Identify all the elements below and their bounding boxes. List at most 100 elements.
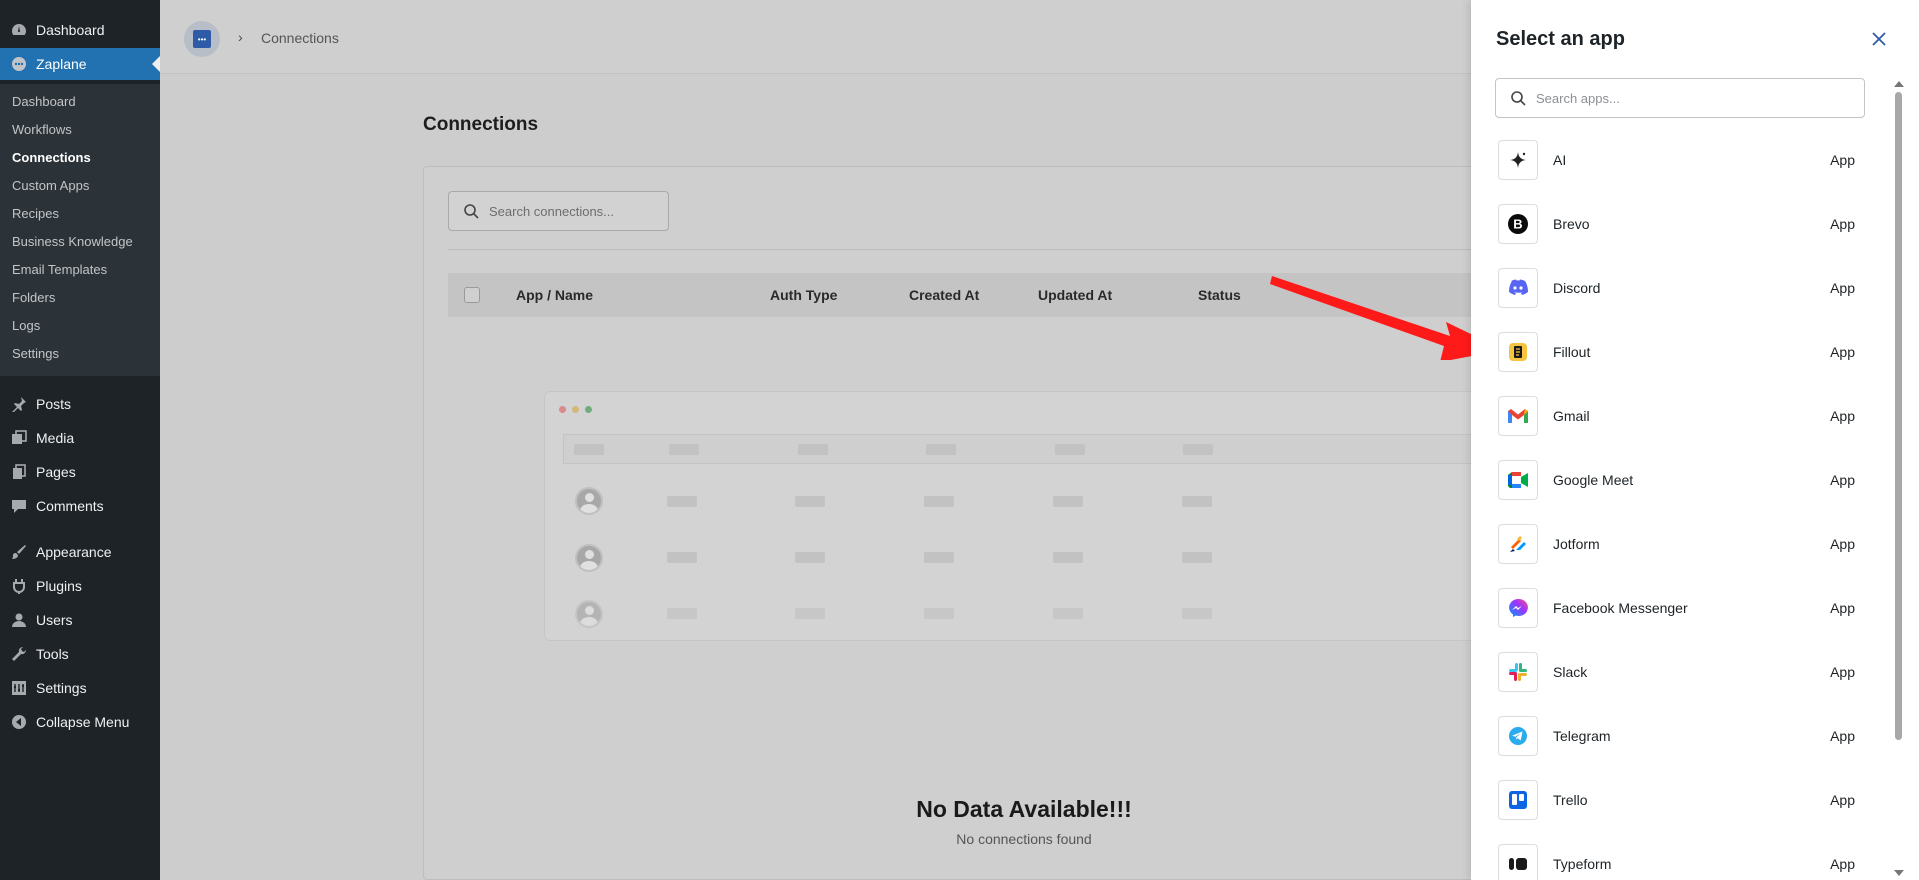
illustration-window: [544, 391, 1625, 641]
column-updated-at[interactable]: Updated At: [1038, 287, 1112, 303]
menu-item-users[interactable]: Users: [0, 604, 160, 636]
menu-item-appearance[interactable]: Appearance: [0, 536, 160, 568]
menu-item-plugins[interactable]: Plugins: [0, 570, 160, 602]
placeholder-bar: [667, 496, 697, 507]
drawer-scrollbar[interactable]: [1891, 78, 1905, 880]
app-row-gmail[interactable]: Gmail App: [1495, 384, 1867, 448]
app-row-facebook-messenger[interactable]: Facebook Messenger App: [1495, 576, 1867, 640]
menu-item-collapse[interactable]: Collapse Menu: [0, 706, 160, 738]
menu-item-zaplane[interactable]: Zaplane: [0, 48, 160, 80]
close-button[interactable]: [1868, 28, 1890, 50]
app-type: App: [1830, 792, 1855, 808]
placeholder-bar: [667, 608, 697, 619]
app-name: Slack: [1553, 664, 1588, 680]
sparkle-icon: [1498, 140, 1538, 180]
submenu-item-recipes[interactable]: Recipes: [12, 204, 59, 224]
messenger-icon: [1498, 588, 1538, 628]
scroll-down-icon[interactable]: [1894, 870, 1904, 876]
placeholder-bar: [1053, 608, 1083, 619]
app-row-trello[interactable]: Trello App: [1495, 768, 1867, 832]
column-app-name[interactable]: App / Name: [516, 287, 593, 303]
menu-item-label: Posts: [36, 396, 72, 412]
divider: [448, 249, 1624, 250]
app-row-fillout[interactable]: Fillout App: [1495, 320, 1867, 384]
apps-search-input[interactable]: [1536, 90, 1856, 106]
settings-icon: [10, 679, 28, 697]
fillout-icon: [1498, 332, 1538, 372]
app-type: App: [1830, 152, 1855, 168]
submenu-item-workflows[interactable]: Workflows: [12, 120, 72, 140]
app-row-brevo[interactable]: B Brevo App: [1495, 192, 1867, 256]
trello-icon: [1498, 780, 1538, 820]
window-dot-yellow: [572, 406, 579, 413]
scroll-thumb[interactable]: [1895, 92, 1902, 740]
app-type: App: [1830, 216, 1855, 232]
app-type: App: [1830, 408, 1855, 424]
column-status[interactable]: Status: [1198, 287, 1241, 303]
menu-item-media[interactable]: Media: [0, 422, 160, 454]
app-name: Brevo: [1553, 216, 1590, 232]
user-icon: [10, 611, 28, 629]
select-all-checkbox[interactable]: [464, 287, 480, 303]
gmail-icon: [1498, 396, 1538, 436]
app-row-jotform[interactable]: Jotform App: [1495, 512, 1867, 576]
connections-search-input[interactable]: [489, 203, 659, 219]
app-row-typeform[interactable]: Typeform App: [1495, 832, 1867, 880]
placeholder-avatar: [575, 600, 603, 628]
submenu-item-folders[interactable]: Folders: [12, 288, 55, 308]
placeholder-bar: [574, 444, 604, 455]
submenu-item-dashboard[interactable]: Dashboard: [12, 92, 76, 112]
page-title: Connections: [423, 114, 539, 135]
menu-item-settings[interactable]: Settings: [0, 672, 160, 704]
app-row-slack[interactable]: Slack App: [1495, 640, 1867, 704]
placeholder-bar: [1055, 444, 1085, 455]
chevron-right-icon: ›: [238, 29, 243, 45]
menu-item-comments[interactable]: Comments: [0, 490, 160, 522]
placeholder-avatar: [575, 487, 603, 515]
placeholder-bar: [1053, 552, 1083, 563]
media-icon: [10, 429, 28, 447]
dashboard-icon: [10, 21, 28, 39]
slack-icon: [1498, 652, 1538, 692]
app-row-ai[interactable]: AI App: [1495, 128, 1867, 192]
submenu-item-business-knowledge[interactable]: Business Knowledge: [12, 232, 133, 252]
submenu-item-connections[interactable]: Connections: [12, 148, 91, 168]
menu-item-label: Media: [36, 430, 75, 446]
column-auth-type[interactable]: Auth Type: [770, 287, 837, 303]
app-row-discord[interactable]: Discord App: [1495, 256, 1867, 320]
menu-item-label: Comments: [36, 498, 104, 514]
menu-item-dashboard[interactable]: Dashboard: [0, 14, 160, 46]
wrench-icon: [10, 645, 28, 663]
window-dot-green: [585, 406, 592, 413]
placeholder-bar: [1182, 496, 1212, 507]
telegram-icon: [1498, 716, 1538, 756]
app-name: Facebook Messenger: [1553, 600, 1688, 616]
svg-text:B: B: [1513, 217, 1522, 232]
menu-item-posts[interactable]: Posts: [0, 388, 160, 420]
app-logo[interactable]: •••: [184, 21, 220, 57]
menu-item-label: Plugins: [36, 578, 82, 594]
app-type: App: [1830, 664, 1855, 680]
zaplane-icon: [10, 55, 28, 73]
app-row-google-meet[interactable]: Google Meet App: [1495, 448, 1867, 512]
menu-item-label: Users: [36, 612, 73, 628]
window-dot-red: [559, 406, 566, 413]
submenu-item-custom-apps[interactable]: Custom Apps: [12, 176, 89, 196]
placeholder-bar: [795, 496, 825, 507]
submenu-item-logs[interactable]: Logs: [12, 316, 40, 336]
scroll-up-icon[interactable]: [1894, 81, 1904, 87]
menu-item-pages[interactable]: Pages: [0, 456, 160, 488]
menu-item-tools[interactable]: Tools: [0, 638, 160, 670]
placeholder-bar: [669, 444, 699, 455]
placeholder-bar: [1053, 496, 1083, 507]
zaplane-logo-icon: •••: [193, 30, 211, 48]
app-type: App: [1830, 856, 1855, 872]
collapse-icon: [10, 713, 28, 731]
column-created-at[interactable]: Created At: [909, 287, 979, 303]
app-type: App: [1830, 344, 1855, 360]
submenu-item-settings[interactable]: Settings: [12, 344, 59, 364]
placeholder-bar: [798, 444, 828, 455]
search-icon: [464, 204, 479, 219]
app-row-telegram[interactable]: Telegram App: [1495, 704, 1867, 768]
submenu-item-email-templates[interactable]: Email Templates: [12, 260, 107, 280]
